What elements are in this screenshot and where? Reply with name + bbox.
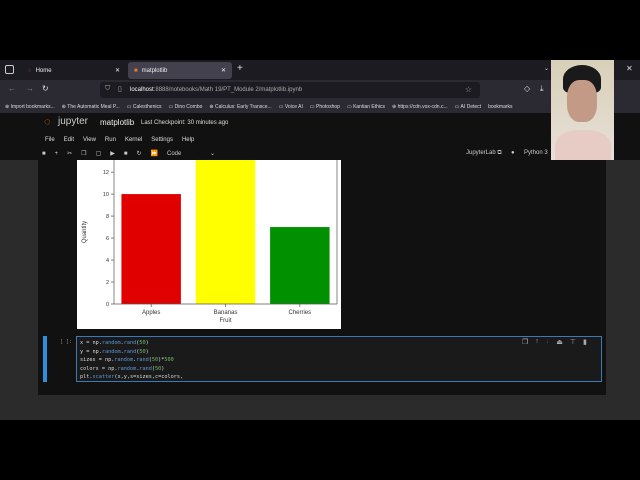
run-icon[interactable]: ▶ [110, 150, 115, 157]
move-down-icon[interactable]: ↓ [546, 338, 550, 346]
jupyter-logo-icon[interactable]: ◌ [44, 116, 51, 128]
bar-apples [121, 194, 181, 304]
back-icon[interactable]: ← [8, 84, 16, 93]
tab-label: matplotlib [141, 67, 168, 74]
bookmark-other[interactable]: bookmarks [488, 104, 512, 110]
webcam-overlay [551, 60, 614, 160]
close-window-icon[interactable]: ✕ [626, 64, 633, 73]
bookmark[interactable]: ⊕ Calculus: Early Transce... [209, 104, 271, 110]
y-tick-label: 2 [106, 280, 109, 286]
bookmark-folder[interactable]: ▭ Voice AI [279, 104, 303, 110]
tab-matplotlib[interactable]: ■ matplotlib ✕ [128, 62, 232, 79]
y-tick-label: 0 [106, 302, 109, 308]
bar-chart: Apples Bananas Cherries 0 2 4 6 8 10 12 Fruit Quant… [82, 160, 338, 324]
url-host: localhost [130, 87, 154, 93]
x-tick-label: Bananas [214, 310, 238, 316]
bookmark-folder[interactable]: ▭ Photoshop [310, 104, 340, 110]
star-icon[interactable]: ☆ [465, 85, 472, 94]
tab-bar: ◌ Home ✕ ■ matplotlib ✕ + ⌄ ✕ [0, 60, 640, 80]
menu-bar: File Edit View Run Kernel Settings Help [0, 133, 640, 147]
menu-run[interactable]: Run [105, 137, 116, 143]
tab-home[interactable]: ◌ Home ✕ [22, 62, 126, 79]
bookmark[interactable]: ⊕ https://cdn.vox-cdn.c... [392, 104, 448, 110]
close-icon[interactable]: ✕ [115, 67, 120, 74]
shield-icon: ⛉ [105, 85, 111, 92]
sidebar-icon[interactable] [5, 65, 14, 74]
x-tick-label: Apples [142, 310, 160, 316]
duplicate-cell-icon[interactable]: ❐ [522, 338, 528, 346]
x-axis-label: Fruit [220, 318, 232, 324]
pocket-icon[interactable]: ◇ [524, 84, 530, 93]
new-tab-button[interactable]: + [237, 63, 243, 74]
bookmark-folder[interactable]: ▭ Dino Combo [168, 104, 202, 110]
delete-cell-icon[interactable]: ▮ [583, 338, 587, 346]
bookmark-folder[interactable]: ▭ Kantian Ethics [347, 104, 385, 110]
notebook-icon: ■ [134, 67, 138, 74]
kernel-status-icon: ● [511, 150, 515, 156]
restart-icon[interactable]: ↻ [136, 150, 141, 157]
notebook-title[interactable]: matplotlib [100, 118, 134, 127]
jupyter-logo[interactable]: jupyter [58, 116, 88, 127]
cut-icon[interactable]: ✂ [67, 150, 72, 157]
notebook-toolbar: ■ + ✂ ❐ ▢ ▶ ■ ↻ ⏩ Code ⌄ JupyterLab ⧉ ● … [0, 147, 640, 160]
add-cell-icon[interactable]: + [55, 151, 59, 157]
kernel-name[interactable]: Python 3 [524, 150, 548, 156]
bookmark[interactable]: ⊕ The Automatic Meal P... [62, 104, 120, 110]
chevron-down-icon[interactable]: ⌄ [210, 150, 215, 157]
menu-kernel[interactable]: Kernel [125, 137, 142, 143]
cell-prompt: [ ]: [60, 339, 73, 345]
menu-edit[interactable]: Edit [64, 137, 74, 143]
save-icon[interactable]: ■ [42, 151, 46, 157]
y-tick-label: 6 [106, 236, 109, 242]
bookmark-folder[interactable]: ▭ Calesthenics [127, 104, 162, 110]
bar-cherries [270, 227, 330, 304]
menu-settings[interactable]: Settings [151, 137, 173, 143]
y-tick-label: 8 [106, 214, 109, 220]
bar-chart-output: Apples Bananas Cherries 0 2 4 6 8 10 12 Fruit Quant… [77, 160, 341, 329]
url-path: :8888/notebooks/Math 19/PT_Module 2/matp… [153, 87, 303, 93]
code-line: plt.scatter(x,y,s=sizes,c=colors, [80, 374, 184, 381]
bookmark[interactable]: ⊕ Import bookmarks... [5, 104, 55, 110]
cell-toolbar: ❐ ↑ ↓ ⏏ ⊤ ▮ [522, 338, 587, 346]
code-line: y = np.random.rand(50) [80, 348, 149, 355]
copy-icon[interactable]: ❐ [81, 150, 86, 157]
close-icon[interactable]: ✕ [221, 67, 226, 74]
x-tick-label: Cherries [288, 310, 311, 316]
menu-view[interactable]: View [83, 137, 96, 143]
active-cell-indicator [43, 336, 47, 382]
code-line: sizes = np.random.rand(50)*500 [80, 357, 174, 364]
person-face [567, 80, 597, 122]
stop-icon[interactable]: ■ [124, 151, 128, 157]
bookmark-folder[interactable]: ▭ AI Detect [455, 104, 481, 110]
bookmarks-bar: ⊕ Import bookmarks... ⊕ The Automatic Me… [0, 100, 640, 113]
insert-above-icon[interactable]: ⏏ [556, 338, 563, 346]
jupyter-icon: ◌ [28, 67, 32, 74]
paste-icon[interactable]: ▢ [96, 150, 102, 157]
bar-bananas [195, 160, 256, 304]
y-tick-label: 4 [106, 258, 109, 264]
cell-type-select[interactable]: Code [167, 151, 201, 157]
code-line: colors = np.random.rand(50) [80, 365, 165, 372]
menu-help[interactable]: Help [182, 137, 194, 143]
y-tick-label: 12 [103, 170, 109, 176]
checkpoint-status: Last Checkpoint: 30 minutes ago [141, 120, 229, 126]
jupyter-header: ◌ jupyter matplotlib Last Checkpoint: 30… [0, 113, 640, 133]
reload-icon[interactable]: ↻ [42, 84, 49, 93]
page-icon: ▯ [118, 86, 122, 93]
download-icon[interactable]: ⤓ [540, 84, 544, 94]
run-all-icon[interactable]: ⏩ [151, 150, 158, 157]
menu-file[interactable]: File [45, 137, 55, 143]
person-shirt [555, 130, 611, 160]
tab-label: Home [35, 67, 52, 74]
y-axis-label: Quantity [82, 221, 88, 243]
jupyterlab-link[interactable]: JupyterLab ⧉ [466, 150, 502, 157]
y-tick-label: 10 [103, 192, 109, 198]
move-up-icon[interactable]: ↑ [535, 338, 539, 346]
forward-icon[interactable]: → [26, 84, 34, 93]
insert-below-icon[interactable]: ⊤ [570, 338, 576, 346]
tab-list-icon[interactable]: ⌄ [544, 65, 549, 72]
url-bar[interactable]: ⛉ ▯ localhost:8888/notebooks/Math 19/PT_… [100, 82, 480, 98]
code-line: x = np.random.rand(50) [80, 340, 149, 346]
